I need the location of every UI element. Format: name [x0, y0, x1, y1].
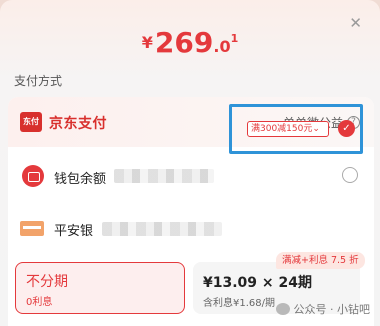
wallet-label: 钱包余额 — [54, 172, 107, 187]
plan-installment-title: ¥13.09 × 24期 — [203, 275, 312, 291]
payment-option-wallet[interactable]: 钱包余额 — [8, 157, 374, 197]
wechat-icon — [275, 303, 290, 315]
bank-selected-check-icon[interactable]: ✓ — [338, 120, 355, 137]
amount-decimal-superscript: 1 — [230, 32, 239, 45]
plan-no-installment-title: 不分期 — [26, 274, 68, 290]
chevron-down-icon: ⌄ — [312, 124, 320, 134]
plan-installment-sub: 含利息¥1.68/期 — [203, 298, 275, 309]
promo-dropdown-label: 满300减150元 — [251, 124, 313, 134]
jd-pay-name: 京东支付 — [49, 116, 107, 132]
wallet-radio[interactable] — [342, 167, 358, 183]
installment-promo-tag: 满减+利息 7.5 折 — [276, 252, 365, 269]
watermark: 公众号 · 小钻吧 — [275, 301, 371, 317]
blurred-balance — [114, 169, 214, 183]
blurred-card-number — [102, 222, 222, 236]
bank-label: 平安银 — [54, 224, 94, 239]
watermark-text: 公众号 · 小钻吧 — [293, 303, 371, 316]
amount-integer: 269 — [154, 26, 214, 59]
payment-amount: ¥269.01 — [0, 26, 380, 59]
currency-symbol: ¥ — [141, 33, 153, 52]
jd-pay-logo: 东付 — [20, 112, 42, 132]
plan-no-installment[interactable]: 不分期 0利息 — [15, 262, 185, 314]
plan-no-installment-sub: 0利息 — [26, 297, 53, 308]
promo-dropdown[interactable]: 满300减150元⌄ — [247, 121, 329, 137]
payment-sheet: ✕ ¥269.01 支付方式 东付 京东支付 单单微公益 ? 钱包余额 平安银 … — [0, 0, 380, 326]
wallet-icon — [22, 165, 44, 187]
bank-card-icon — [20, 221, 44, 236]
payment-option-bank-card[interactable]: 平安银 — [8, 207, 374, 253]
payment-method-label: 支付方式 — [14, 74, 63, 88]
amount-decimal: .0 — [213, 37, 231, 56]
